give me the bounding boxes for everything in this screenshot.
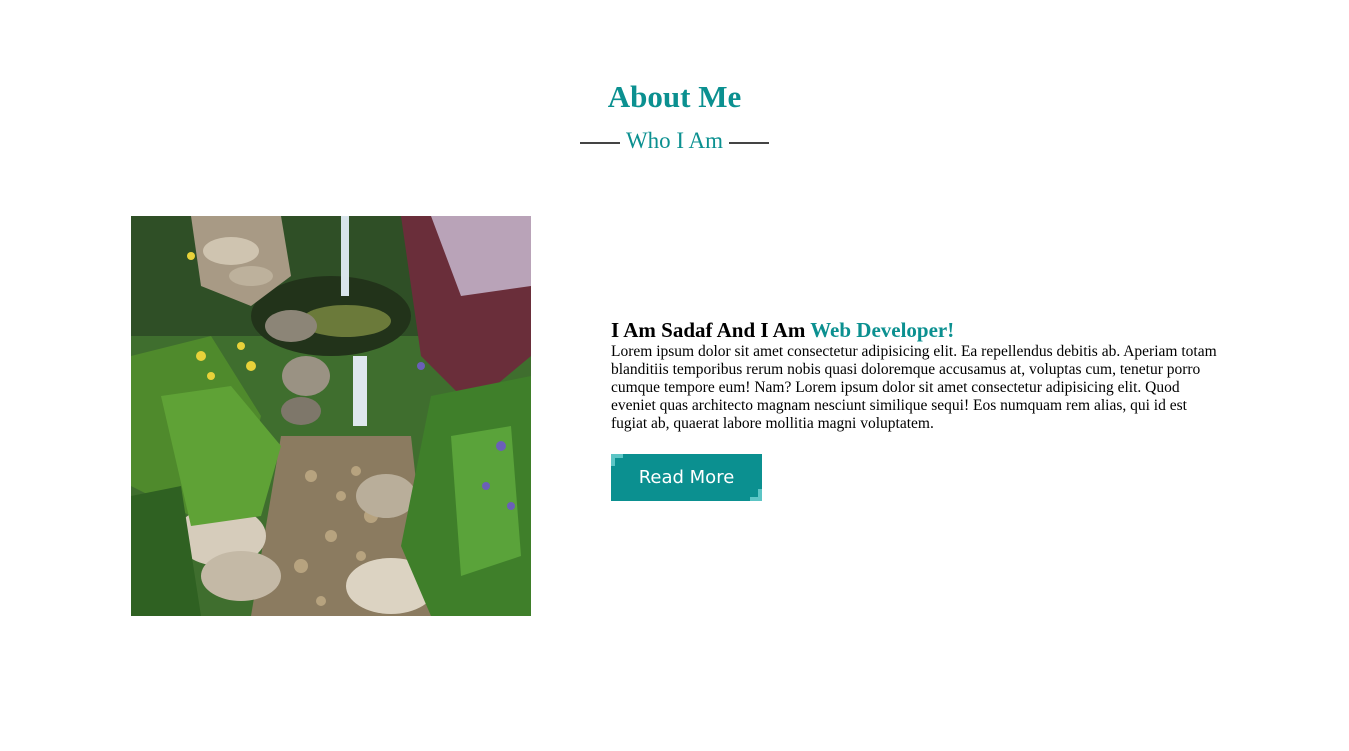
subtitle-left-divider [579, 142, 620, 144]
garden-illustration [131, 216, 531, 616]
button-corner-bottom-right [750, 489, 762, 501]
intro-heading: I Am Sadaf And I Am Web Developer! [611, 318, 1221, 343]
button-corner-top-left [611, 454, 623, 466]
intro-content: I Am Sadaf And I Am Web Developer! Lorem… [611, 318, 1221, 433]
subtitle-right-divider [729, 142, 770, 144]
read-more-button[interactable]: Read More [611, 454, 762, 501]
intro-body-text: Lorem ipsum dolor sit amet consectetur a… [611, 343, 1217, 432]
read-more-label: Read More [638, 467, 735, 488]
garden-waterfall-image [131, 216, 531, 616]
intro-heading-prefix: I Am Sadaf And I Am [611, 318, 811, 342]
subtitle-row: Who I Am [0, 126, 1349, 156]
page-title: About Me [607, 79, 742, 114]
page-subtitle: Who I Am [625, 128, 724, 153]
intro-heading-accent: Web Developer! [810, 318, 955, 342]
